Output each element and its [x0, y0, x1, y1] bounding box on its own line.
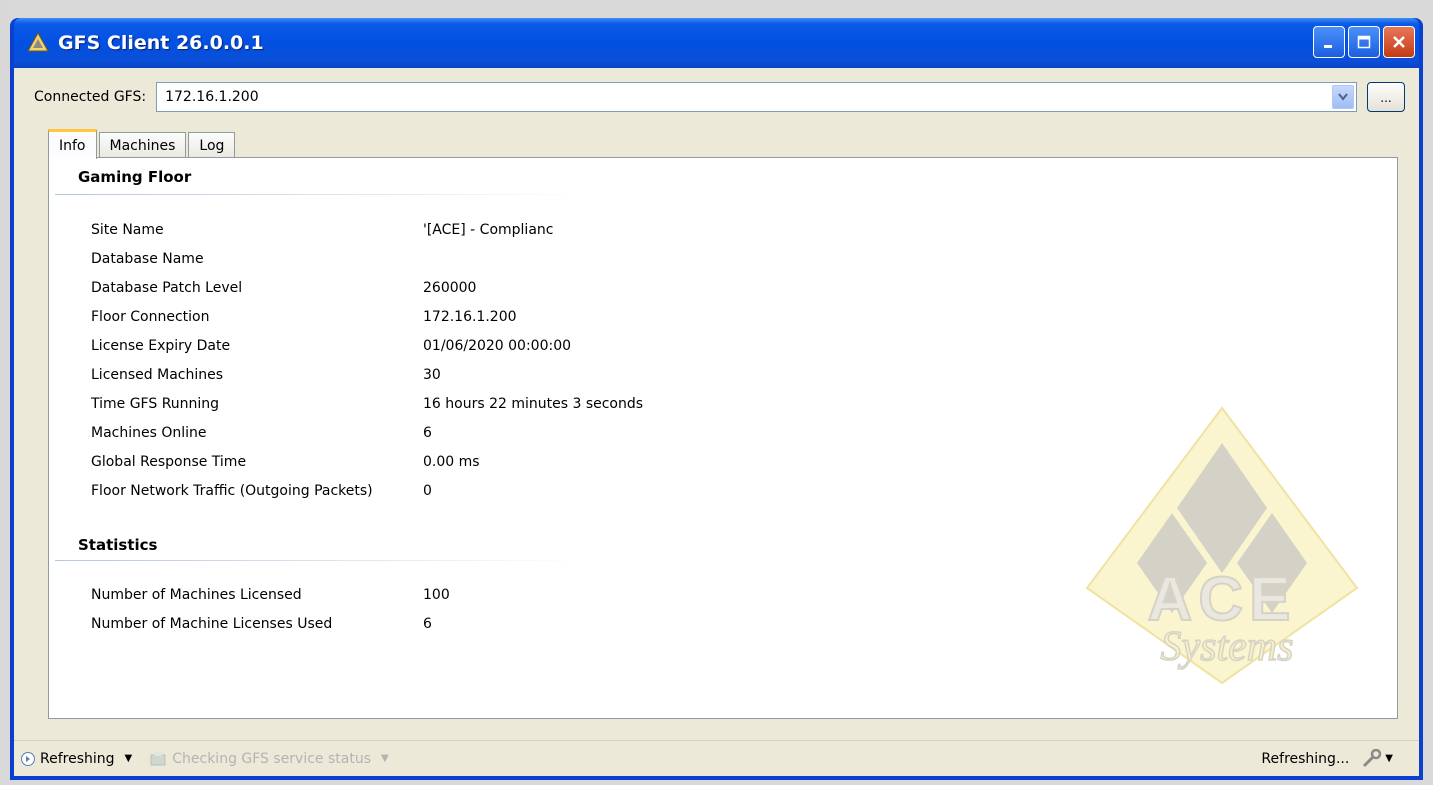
info-value: 260000 — [423, 280, 477, 296]
info-row: Licensed Machines 30 — [91, 367, 441, 389]
app-icon — [26, 31, 50, 55]
info-row: Site Name '[ACE] - Complianc — [91, 222, 553, 244]
dropdown-arrow-icon: ▼ — [124, 753, 133, 764]
refresh-label: Refreshing — [40, 750, 115, 767]
info-key: License Expiry Date — [91, 338, 231, 354]
info-row: Global Response Time 0.00 ms — [91, 454, 480, 476]
info-row: Time GFS Running 16 hours 22 minutes 3 s… — [91, 396, 643, 418]
service-status-icon — [150, 751, 166, 765]
stats-row: Number of Machines Licensed 100 — [91, 587, 450, 609]
app-window: GFS Client 26.0.0.1 Connected GFS: 172.1… — [10, 18, 1423, 780]
refreshing-status-text: Refreshing... — [1261, 750, 1350, 767]
section-divider — [55, 560, 585, 561]
tab-info[interactable]: Info — [48, 129, 97, 159]
info-row: Database Patch Level 260000 — [91, 280, 476, 302]
tab-strip: Info Machines Log — [48, 128, 237, 159]
connected-gfs-label: Connected GFS: — [34, 89, 147, 105]
info-row: Database Name — [91, 251, 423, 273]
stats-value: 100 — [423, 587, 450, 603]
tab-machines[interactable]: Machines — [98, 132, 187, 158]
chevron-down-icon — [1338, 93, 1348, 101]
info-key: Time GFS Running — [91, 396, 220, 412]
info-key: Licensed Machines — [91, 367, 224, 383]
status-right: Refreshing... ▼ — [1261, 748, 1393, 769]
svg-text:Systems: Systems — [1161, 624, 1294, 670]
info-panel: Gaming Floor Site Name '[ACE] - Complian… — [48, 157, 1398, 719]
minimize-icon — [1324, 45, 1332, 48]
info-value: 30 — [423, 367, 441, 383]
stats-value: 6 — [423, 616, 432, 632]
info-key: Floor Connection — [91, 309, 210, 325]
info-key: Machines Online — [91, 425, 207, 441]
info-value: 6 — [423, 425, 432, 441]
refresh-status-icon — [21, 751, 35, 766]
window-controls — [1313, 26, 1415, 58]
client-area: Connected GFS: 172.16.1.200 ... Info Mac… — [14, 68, 1419, 776]
section-divider — [55, 194, 585, 195]
info-key: Floor Network Traffic (Outgoing Packets) — [91, 483, 373, 499]
info-value: 172.16.1.200 — [423, 309, 517, 325]
info-key: Site Name — [91, 222, 164, 238]
close-icon — [1393, 36, 1405, 48]
info-row: Floor Connection 172.16.1.200 — [91, 309, 517, 331]
tools-icon[interactable] — [1361, 748, 1383, 769]
info-value: 01/06/2020 00:00:00 — [423, 338, 572, 354]
refresh-dropdown[interactable]: Refreshing ▼ — [20, 751, 132, 767]
gaming-floor-heading: Gaming Floor — [78, 168, 192, 186]
connection-row: Connected GFS: 172.16.1.200 ... — [34, 81, 1405, 113]
stats-key: Number of Machines Licensed — [91, 587, 302, 603]
stats-row: Number of Machine Licenses Used 6 — [91, 616, 432, 638]
status-bar: Refreshing ▼ Checking GFS service status… — [14, 740, 1419, 776]
info-key: Database Name — [91, 251, 204, 267]
dropdown-arrow-icon: ▼ — [381, 753, 389, 764]
checking-label: Checking GFS service status — [172, 750, 372, 767]
info-key: Global Response Time — [91, 454, 247, 470]
title-bar[interactable]: GFS Client 26.0.0.1 — [14, 18, 1419, 68]
maximize-button[interactable] — [1348, 26, 1380, 58]
maximize-icon — [1357, 35, 1371, 49]
info-value: 0 — [423, 483, 432, 499]
minimize-button[interactable] — [1313, 26, 1345, 58]
stats-key: Number of Machine Licenses Used — [91, 616, 333, 632]
dropdown-arrow-button[interactable] — [1332, 85, 1354, 109]
info-value: 16 hours 22 minutes 3 seconds — [423, 396, 644, 412]
statistics-heading: Statistics — [78, 536, 158, 554]
dropdown-arrow-icon[interactable]: ▼ — [1385, 753, 1393, 764]
close-button[interactable] — [1383, 26, 1415, 58]
info-value: 0.00 ms — [423, 454, 480, 470]
connected-gfs-value: 172.16.1.200 — [165, 89, 259, 105]
tab-log[interactable]: Log — [188, 132, 236, 158]
info-value: '[ACE] - Complianc — [423, 222, 554, 238]
connected-gfs-dropdown[interactable]: 172.16.1.200 — [156, 82, 1357, 112]
checking-status: Checking GFS service status ▼ — [150, 750, 389, 767]
window-title: GFS Client 26.0.0.1 — [58, 32, 264, 54]
ace-systems-watermark-logo: ACE Systems — [1085, 406, 1359, 685]
info-row: Machines Online 6 — [91, 425, 432, 447]
info-row: Floor Network Traffic (Outgoing Packets)… — [91, 483, 432, 505]
info-row: License Expiry Date 01/06/2020 00:00:00 — [91, 338, 571, 360]
browse-button[interactable]: ... — [1367, 82, 1405, 112]
info-key: Database Patch Level — [91, 280, 243, 296]
